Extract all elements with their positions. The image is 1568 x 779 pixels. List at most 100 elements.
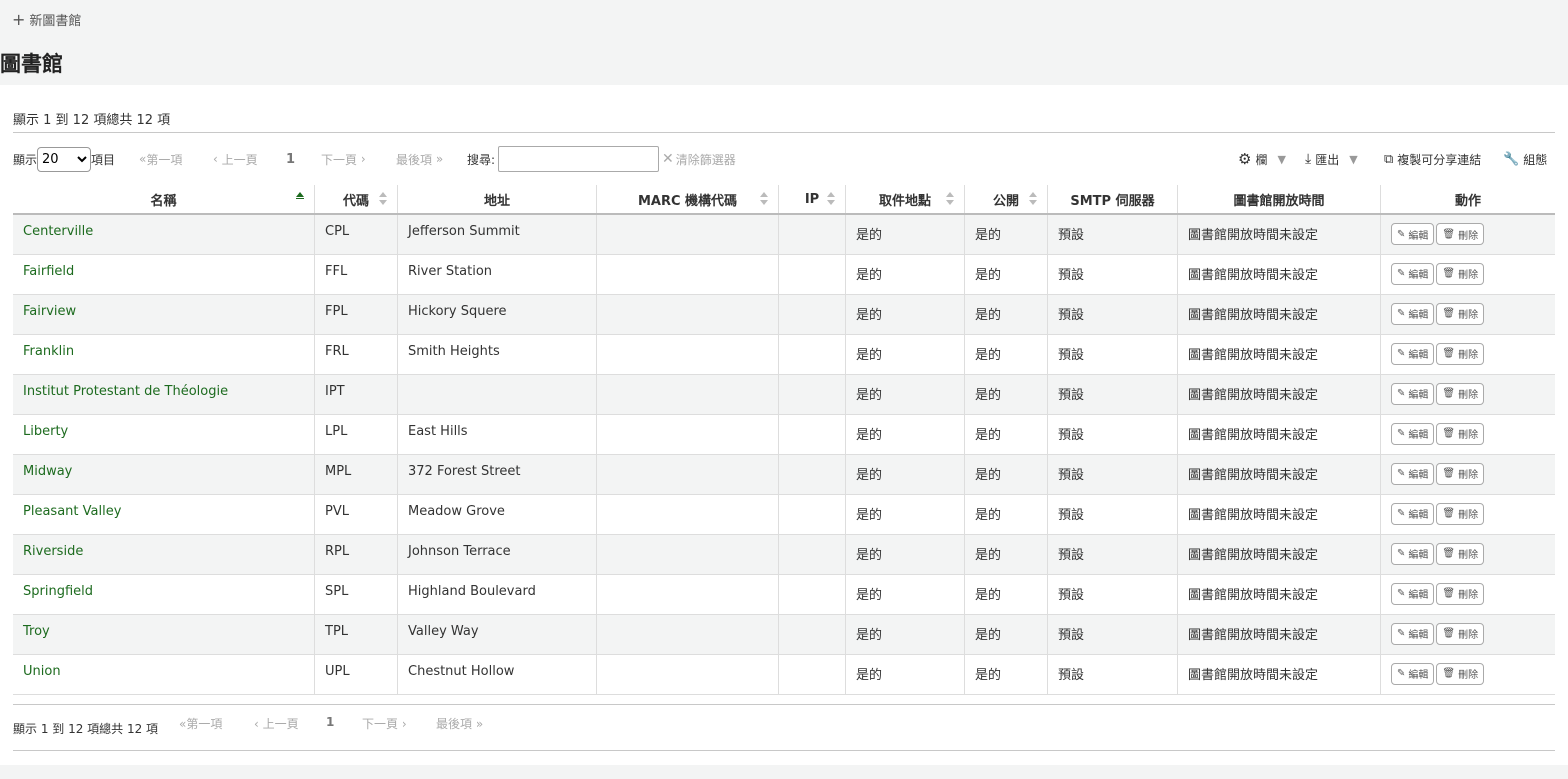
clear-filter-button[interactable]: ✕ 清除篩選器 bbox=[662, 145, 736, 173]
pager-prev[interactable]: ‹ 上一頁 bbox=[213, 145, 258, 173]
edit-button[interactable]: ✎ 編輯 bbox=[1391, 582, 1435, 605]
export-button[interactable]: ⤓ 匯出 ▼ bbox=[1305, 145, 1358, 173]
col-pickup[interactable]: 取件地點 bbox=[845, 185, 965, 215]
library-pickup: 是的 bbox=[856, 667, 883, 683]
edit-button[interactable]: ✎ 編輯 bbox=[1391, 262, 1435, 285]
pager-last[interactable]: 最後項 » bbox=[396, 145, 443, 173]
pager-current[interactable]: 1 bbox=[286, 145, 295, 173]
library-code-cell: MPL bbox=[314, 454, 398, 495]
pencil-icon: ✎ bbox=[1397, 428, 1406, 439]
table-row: Institut Protestant de Théologie IPT 是的 是的 預… bbox=[13, 374, 1555, 415]
library-name-link[interactable]: Franklin bbox=[23, 344, 74, 359]
delete-button[interactable]: 🗑 刪除 bbox=[1436, 462, 1485, 485]
col-public[interactable]: 公開 bbox=[964, 185, 1048, 215]
library-name-link[interactable]: Union bbox=[23, 664, 61, 679]
trash-icon: 🗑 bbox=[1442, 228, 1456, 240]
library-ip-cell bbox=[778, 614, 846, 655]
edit-label: 編輯 bbox=[1408, 550, 1429, 561]
trash-icon: 🗑 bbox=[1442, 388, 1456, 399]
chevron-left-icon: ‹ bbox=[213, 152, 222, 166]
col-ip[interactable]: IP bbox=[778, 185, 846, 215]
actions-cell: ✎ 編輯 🗑 刪除 bbox=[1380, 534, 1555, 575]
col-code[interactable]: 代碼 bbox=[314, 185, 398, 215]
col-hours: 圖書館開放時間 bbox=[1177, 185, 1381, 215]
delete-button[interactable]: 🗑 刪除 bbox=[1436, 262, 1485, 285]
col-name-label: 名稱 bbox=[150, 193, 177, 209]
library-smtp: 預設 bbox=[1058, 507, 1085, 523]
library-pickup-cell: 是的 bbox=[845, 254, 965, 295]
library-name-cell: Liberty bbox=[13, 414, 315, 455]
pager-next[interactable]: 下一頁 › bbox=[321, 145, 366, 173]
library-name-link[interactable]: Fairview bbox=[23, 304, 76, 319]
pager-last-bottom[interactable]: 最後項 » bbox=[436, 715, 483, 732]
library-name-link[interactable]: Fairfield bbox=[23, 264, 74, 279]
export-label: 匯出 bbox=[1315, 152, 1340, 167]
edit-button[interactable]: ✎ 編輯 bbox=[1391, 502, 1435, 525]
show-label: 顯示 bbox=[13, 152, 38, 167]
col-name[interactable]: 名稱 bbox=[13, 185, 315, 215]
pager-next-bottom[interactable]: 下一頁 › bbox=[362, 715, 407, 732]
library-name-link[interactable]: Springfield bbox=[23, 584, 93, 599]
table-row: Franklin FRL Smith Heights 是的 是的 預設 圖書館開放時間未設定… bbox=[13, 334, 1555, 375]
edit-button[interactable]: ✎ 編輯 bbox=[1391, 342, 1435, 365]
library-hours-cell: 圖書館開放時間未設定 bbox=[1177, 414, 1381, 455]
library-marc-code-cell bbox=[596, 414, 779, 455]
col-marc[interactable]: MARC 機構代碼 bbox=[596, 185, 779, 215]
search-input[interactable] bbox=[498, 146, 660, 172]
library-marc-code-cell bbox=[596, 214, 779, 255]
library-name-cell: Pleasant Valley bbox=[13, 494, 315, 535]
library-hours: 圖書館開放時間未設定 bbox=[1188, 627, 1319, 643]
page-length-select[interactable]: 20 bbox=[37, 146, 92, 172]
copy-link-button[interactable]: ⧉ 複製可分享連結 bbox=[1384, 145, 1481, 173]
library-name-link[interactable]: Institut Protestant de Théologie bbox=[23, 384, 228, 399]
library-code: RPL bbox=[325, 543, 350, 559]
delete-button[interactable]: 🗑 刪除 bbox=[1436, 302, 1485, 325]
delete-button[interactable]: 🗑 刪除 bbox=[1436, 422, 1485, 445]
delete-button[interactable]: 🗑 刪除 bbox=[1436, 342, 1485, 365]
caret-down-icon: ▼ bbox=[1277, 152, 1286, 166]
pager-first[interactable]: «第一項 bbox=[139, 145, 182, 173]
library-address: Smith Heights bbox=[408, 343, 500, 359]
library-name-link[interactable]: Centerville bbox=[23, 224, 93, 239]
edit-button[interactable]: ✎ 編輯 bbox=[1391, 542, 1435, 565]
edit-button[interactable]: ✎ 編輯 bbox=[1391, 382, 1435, 405]
library-name-link[interactable]: Riverside bbox=[23, 544, 83, 559]
new-library-button[interactable]: + 新圖書館 bbox=[12, 10, 81, 29]
pager-first-bottom[interactable]: «第一項 bbox=[179, 715, 222, 732]
edit-button[interactable]: ✎ 編輯 bbox=[1391, 462, 1435, 485]
library-hours: 圖書館開放時間未設定 bbox=[1188, 667, 1319, 683]
library-code: UPL bbox=[325, 663, 350, 679]
library-code: IPT bbox=[325, 383, 345, 399]
library-name-link[interactable]: Midway bbox=[23, 464, 72, 479]
edit-button[interactable]: ✎ 編輯 bbox=[1391, 662, 1435, 685]
edit-button[interactable]: ✎ 編輯 bbox=[1391, 622, 1435, 645]
double-chevron-right-icon: » bbox=[432, 152, 444, 166]
columns-button[interactable]: ⚙ 欄 ▼ bbox=[1238, 145, 1286, 173]
library-address-cell bbox=[397, 374, 597, 415]
delete-button[interactable]: 🗑 刪除 bbox=[1436, 223, 1485, 245]
pager-current-bottom[interactable]: 1 bbox=[326, 715, 334, 729]
configure-button[interactable]: 🔧 組態 bbox=[1503, 145, 1547, 173]
library-name-link[interactable]: Liberty bbox=[23, 424, 68, 439]
library-hours: 圖書館開放時間未設定 bbox=[1188, 228, 1319, 243]
edit-button[interactable]: ✎ 編輯 bbox=[1391, 223, 1435, 245]
library-public-cell: 是的 bbox=[964, 254, 1048, 295]
delete-button[interactable]: 🗑 刪除 bbox=[1436, 662, 1485, 685]
pager-prev-bottom[interactable]: ‹ 上一頁 bbox=[254, 715, 299, 732]
toolbar: + 新圖書館 bbox=[0, 0, 1568, 38]
pager-last-label: 最後項 bbox=[436, 717, 473, 731]
edit-button[interactable]: ✎ 編輯 bbox=[1391, 422, 1435, 445]
library-ip-cell bbox=[778, 534, 846, 575]
library-name-link[interactable]: Troy bbox=[23, 624, 50, 639]
delete-button[interactable]: 🗑 刪除 bbox=[1436, 502, 1485, 525]
delete-button[interactable]: 🗑 刪除 bbox=[1436, 622, 1485, 645]
library-code: PVL bbox=[325, 503, 349, 519]
library-pickup: 是的 bbox=[856, 267, 883, 283]
library-name-link[interactable]: Pleasant Valley bbox=[23, 504, 121, 519]
delete-button[interactable]: 🗑 刪除 bbox=[1436, 582, 1485, 605]
edit-button[interactable]: ✎ 編輯 bbox=[1391, 302, 1435, 325]
delete-button[interactable]: 🗑 刪除 bbox=[1436, 542, 1485, 565]
library-pickup-cell: 是的 bbox=[845, 574, 965, 615]
delete-button[interactable]: 🗑 刪除 bbox=[1436, 382, 1485, 405]
library-public-cell: 是的 bbox=[964, 654, 1048, 695]
